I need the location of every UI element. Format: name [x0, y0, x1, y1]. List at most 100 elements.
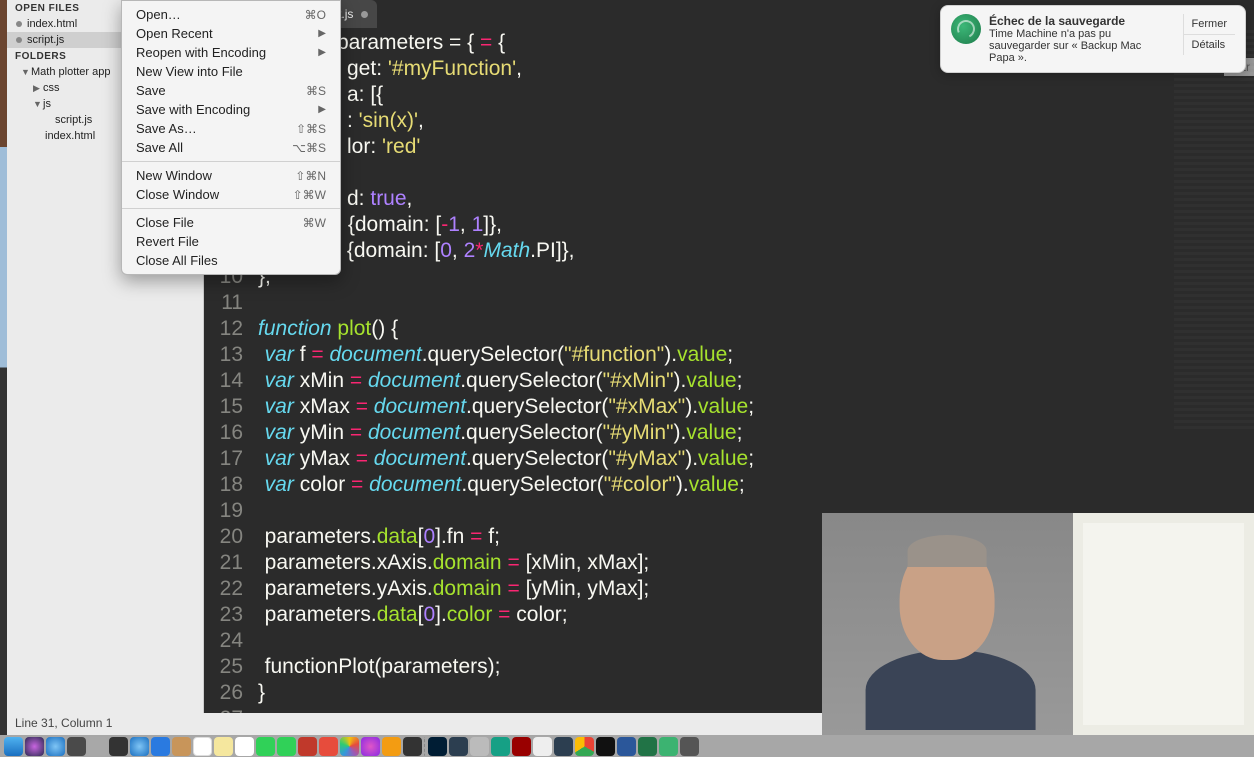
- app-icon[interactable]: [403, 737, 422, 756]
- menu-save-as[interactable]: Save As…⇧⌘S: [122, 119, 340, 138]
- terminal-icon[interactable]: [596, 737, 615, 756]
- chrome-icon[interactable]: [575, 737, 594, 756]
- menu-new-view[interactable]: New View into File: [122, 62, 340, 81]
- notes-icon[interactable]: [214, 737, 233, 756]
- facetime-icon[interactable]: [277, 737, 296, 756]
- folder-label: Math plotter app: [31, 66, 111, 78]
- menu-save-all[interactable]: Save All⌥⌘S: [122, 138, 340, 157]
- menu-save-encoding[interactable]: Save with Encoding▶: [122, 100, 340, 119]
- notification-title: Échec de la sauvegarde: [989, 14, 1169, 28]
- disclosure-down-icon: ▼: [33, 99, 43, 109]
- calendar-icon[interactable]: [193, 737, 212, 756]
- safari-icon[interactable]: [46, 737, 65, 756]
- line-number: 13: [204, 342, 253, 368]
- line-number: 14: [204, 368, 253, 394]
- photos-icon[interactable]: [340, 737, 359, 756]
- line-number: 27: [204, 706, 253, 713]
- menu-separator: [122, 161, 340, 162]
- app-icon[interactable]: [533, 737, 552, 756]
- person-body: [866, 650, 1036, 730]
- word-icon[interactable]: [617, 737, 636, 756]
- app-icon[interactable]: [491, 737, 510, 756]
- dirty-dot-icon: [16, 21, 22, 27]
- webcam-person: [822, 513, 1073, 735]
- minimap[interactable]: [1174, 30, 1254, 430]
- excel-icon[interactable]: [638, 737, 657, 756]
- menu-close-all-files[interactable]: Close All Files: [122, 251, 340, 270]
- disclosure-down-icon: ▼: [21, 67, 31, 77]
- app-icon[interactable]: [554, 737, 573, 756]
- app-icon[interactable]: [298, 737, 317, 756]
- itunes-icon[interactable]: [361, 737, 380, 756]
- close-button[interactable]: Fermer: [1183, 14, 1235, 34]
- dirty-dot-icon: [361, 11, 368, 18]
- menu-close-window[interactable]: Close Window⇧⌘W: [122, 185, 340, 204]
- sep-icon: [424, 737, 426, 756]
- app-icon[interactable]: [680, 737, 699, 756]
- line-number: 21: [204, 550, 253, 576]
- menu-revert-file[interactable]: Revert File: [122, 232, 340, 251]
- submenu-arrow-icon: ▶: [318, 104, 326, 115]
- siri-icon[interactable]: [25, 737, 44, 756]
- details-button[interactable]: Détails: [1183, 34, 1235, 55]
- open-file-label: index.html: [27, 18, 77, 30]
- activity-icon[interactable]: [109, 737, 128, 756]
- line-number: 20: [204, 524, 253, 550]
- line-number: 25: [204, 654, 253, 680]
- line-number: 12: [204, 316, 253, 342]
- submenu-arrow-icon: ▶: [318, 28, 326, 39]
- notification-buttons: Fermer Détails: [1183, 14, 1235, 64]
- notification-body: Time Machine n'a pas pu sauvegarder sur …: [989, 28, 1169, 64]
- disclosure-right-icon: ▶: [33, 83, 43, 94]
- line-number: 19: [204, 498, 253, 524]
- safari2-icon[interactable]: [130, 737, 149, 756]
- desktop-left-strip: [0, 0, 7, 735]
- line-number: 26: [204, 680, 253, 706]
- line-number: 24: [204, 628, 253, 654]
- file-menu: Open…⌘O Open Recent▶ Reopen with Encodin…: [121, 0, 341, 275]
- app-icon[interactable]: [449, 737, 468, 756]
- notification-text: Échec de la sauvegarde Time Machine n'a …: [989, 14, 1169, 64]
- time-machine-icon: [951, 14, 981, 44]
- sublime-icon[interactable]: [67, 737, 86, 756]
- menu-new-window[interactable]: New Window⇧⌘N: [122, 166, 340, 185]
- file-label: script.js: [55, 114, 92, 126]
- launchpad-icon[interactable]: [88, 737, 107, 756]
- finder-icon[interactable]: [4, 737, 23, 756]
- menu-open-recent[interactable]: Open Recent▶: [122, 24, 340, 43]
- person-head: [900, 540, 995, 660]
- open-file-label: script.js: [27, 34, 64, 46]
- line-number: 22: [204, 576, 253, 602]
- app-icon[interactable]: [512, 737, 531, 756]
- line-number: 23: [204, 602, 253, 628]
- reminders-icon[interactable]: [235, 737, 254, 756]
- line-number: 11: [204, 290, 253, 316]
- menu-save[interactable]: Save⌘S: [122, 81, 340, 100]
- webcam-whiteboard: [1073, 513, 1254, 735]
- messages-icon[interactable]: [256, 737, 275, 756]
- line-number: 16: [204, 420, 253, 446]
- line-number: 15: [204, 394, 253, 420]
- folder-label: js: [43, 98, 51, 110]
- submenu-arrow-icon: ▶: [318, 47, 326, 58]
- menu-separator: [122, 208, 340, 209]
- photoshop-icon[interactable]: [428, 737, 447, 756]
- app-store-icon[interactable]: [151, 737, 170, 756]
- time-machine-notification: Échec de la sauvegarde Time Machine n'a …: [940, 5, 1246, 73]
- line-number: 18: [204, 472, 253, 498]
- menu-close-file[interactable]: Close File⌘W: [122, 213, 340, 232]
- menu-open[interactable]: Open…⌘O: [122, 5, 340, 24]
- ibooks-icon[interactable]: [382, 737, 401, 756]
- line-number: 17: [204, 446, 253, 472]
- file-label: index.html: [45, 130, 95, 142]
- cursor-position: Line 31, Column 1: [15, 716, 112, 730]
- folder-label: css: [43, 82, 60, 94]
- contacts-icon[interactable]: [172, 737, 191, 756]
- dirty-dot-icon: [16, 37, 22, 43]
- macos-dock: [0, 735, 1254, 757]
- menu-reopen-encoding[interactable]: Reopen with Encoding▶: [122, 43, 340, 62]
- app-icon[interactable]: [470, 737, 489, 756]
- app-icon[interactable]: [659, 737, 678, 756]
- app-icon[interactable]: [319, 737, 338, 756]
- webcam-overlay: [822, 513, 1254, 735]
